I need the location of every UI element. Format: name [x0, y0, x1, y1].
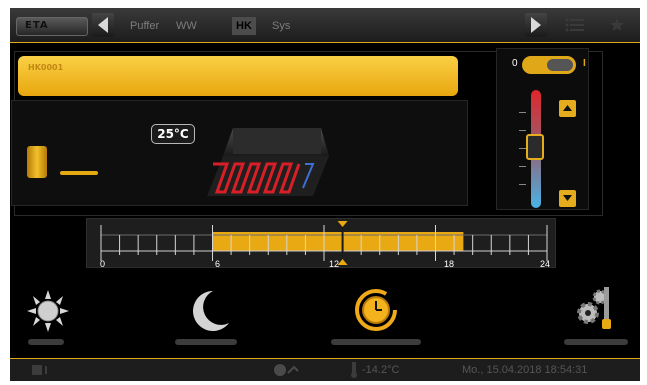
temperature-slider-handle[interactable]	[526, 134, 544, 160]
device-icon	[32, 365, 47, 375]
sun-icon	[27, 290, 69, 332]
star-icon[interactable]	[608, 16, 632, 34]
decrease-button[interactable]	[559, 190, 576, 207]
timeline-label-12: 12	[329, 259, 340, 269]
date-time: Mo., 15.04.2018 18:54:31	[462, 364, 588, 376]
slider-tick	[519, 166, 526, 167]
time-program-label	[331, 339, 421, 345]
arrow-left-icon	[98, 17, 108, 33]
toggle-knob	[547, 59, 573, 71]
flow-temperature-badge[interactable]: 25°C	[151, 124, 195, 144]
timeline-scale	[100, 221, 548, 265]
prev-tab-button[interactable]	[92, 13, 114, 37]
circuit-name-bar[interactable]: HK0001	[18, 56, 458, 96]
network-icon	[274, 364, 299, 376]
mode-toggle-switch[interactable]	[522, 56, 576, 74]
top-bar: ETA Puffer WW HK Sys	[10, 8, 640, 43]
slider-tick	[519, 184, 526, 185]
gear-tools-icon	[577, 287, 611, 329]
slider-tick	[519, 130, 526, 131]
toggle-off-label: 0	[512, 58, 518, 69]
day-mode-label	[28, 339, 64, 345]
settings-button[interactable]	[574, 285, 614, 335]
chevron-up-icon	[563, 105, 572, 111]
tab-puffer[interactable]: Puffer	[126, 17, 163, 35]
toggle-on-label: I	[583, 58, 586, 69]
pump-status-line	[60, 171, 98, 175]
logo-text: ETA	[25, 20, 49, 31]
outside-temperature: -14.2°C	[362, 364, 400, 376]
pump-icon	[27, 146, 47, 178]
floor-heating-icon	[207, 128, 329, 196]
timeline-label-6: 6	[215, 259, 221, 269]
arrow-right-icon	[531, 17, 541, 33]
status-bar: -14.2°C Mo., 15.04.2018 18:54:31	[10, 358, 640, 381]
circuit-name: HK0001	[28, 63, 64, 72]
day-mode-button[interactable]	[24, 290, 72, 336]
increase-button[interactable]	[559, 100, 576, 117]
timeline-label-0: 0	[100, 259, 106, 269]
timeline-label-18: 18	[444, 259, 455, 269]
night-mode-button[interactable]	[183, 289, 233, 337]
settings-label	[564, 339, 628, 345]
thermometer-icon	[351, 362, 357, 378]
tab-ww[interactable]: WW	[172, 17, 201, 35]
moon-icon	[193, 291, 229, 331]
current-time-marker-bottom	[337, 259, 348, 265]
night-mode-label	[175, 339, 237, 345]
current-time-marker-top	[337, 221, 348, 227]
tab-hk[interactable]: HK	[232, 17, 256, 35]
chevron-down-icon	[563, 195, 572, 201]
eta-logo: ETA	[16, 17, 88, 36]
tab-sys[interactable]: Sys	[268, 17, 294, 35]
clock-icon	[355, 289, 397, 331]
list-menu-icon[interactable]	[564, 16, 588, 34]
time-program-button[interactable]	[354, 288, 398, 336]
slider-tick	[519, 148, 526, 149]
timeline-label-24: 24	[540, 259, 551, 269]
next-tab-button[interactable]	[525, 13, 547, 37]
slider-tick	[519, 112, 526, 113]
time-program-timeline[interactable]	[86, 218, 556, 268]
